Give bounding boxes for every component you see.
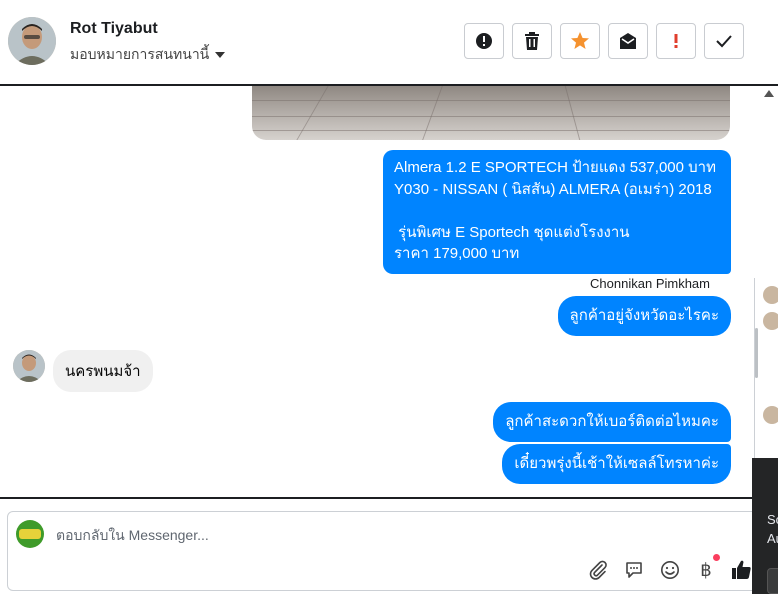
spam-button[interactable] xyxy=(464,23,504,59)
like-button[interactable] xyxy=(730,558,754,582)
conversation-avatar[interactable] xyxy=(763,286,778,304)
attach-icon xyxy=(589,560,607,580)
popup-button[interactable] xyxy=(767,568,778,594)
delete-button[interactable] xyxy=(512,23,552,59)
saved-reply-icon xyxy=(626,562,642,578)
attach-button[interactable] xyxy=(586,558,610,582)
star-button[interactable] xyxy=(560,23,600,59)
payment-button[interactable]: ฿ xyxy=(694,554,720,582)
check-icon xyxy=(716,35,732,48)
assign-label: มอบหมายการสนทนานี้ xyxy=(70,46,210,62)
emoji-button[interactable] xyxy=(658,558,682,582)
contact-avatar[interactable] xyxy=(8,17,56,65)
payment-icon: ฿ xyxy=(700,559,712,581)
message-sender-name: Chonnikan Pimkham xyxy=(590,276,710,291)
caret-down-icon xyxy=(215,52,226,58)
priority-exclamation-icon xyxy=(674,34,678,48)
emoji-icon xyxy=(661,561,679,579)
notification-dot xyxy=(713,554,720,561)
inbox-conversation: Rot Tiyabut มอบหมายการสนทนานี้ Almera 1.… xyxy=(0,0,778,594)
conversation-avatar[interactable] xyxy=(763,312,778,330)
popup-text-line: So xyxy=(767,512,778,527)
reply-composer: ฿ xyxy=(7,511,767,591)
saved-reply-button[interactable] xyxy=(622,558,646,582)
reply-input[interactable] xyxy=(56,524,656,546)
contact-name[interactable]: Rot Tiyabut xyxy=(70,20,158,38)
message-bubble-outgoing[interactable]: ลูกค้าสะดวกให้เบอร์ติดต่อไหมคะ xyxy=(493,402,731,442)
conversation-toolbar xyxy=(464,23,744,59)
shared-photo[interactable] xyxy=(252,86,730,140)
message-bubble-outgoing[interactable]: ลูกค้าอยู่จังหวัดอะไรคะ xyxy=(557,296,731,336)
mark-unread-button[interactable] xyxy=(608,23,648,59)
trash-icon xyxy=(525,32,539,50)
mark-unread-icon xyxy=(620,33,636,49)
message-bubble-outgoing[interactable]: เดี๋ยวพรุ่งนี้เช้าให้เซลล์โทรหาค่ะ xyxy=(502,444,731,484)
message-bubble-outgoing[interactable]: Almera 1.2 E SPORTECH ป้ายแดง 537,000 บา… xyxy=(383,150,731,274)
priority-button[interactable] xyxy=(656,23,696,59)
contact-avatar-small[interactable] xyxy=(13,350,45,382)
composer-actions: ฿ xyxy=(586,554,754,582)
page-avatar xyxy=(16,520,44,548)
conversation-header: Rot Tiyabut มอบหมายการสนทนานี้ xyxy=(0,0,778,86)
star-icon xyxy=(571,32,589,49)
assign-conversation-dropdown[interactable]: มอบหมายการสนทนานี้ xyxy=(70,44,226,66)
list-scrollbar-thumb[interactable] xyxy=(755,328,758,378)
conversation-avatar[interactable] xyxy=(763,406,778,424)
message-bubble-incoming[interactable]: นครพนมจ้า xyxy=(53,350,153,392)
scroll-up-arrow-icon[interactable] xyxy=(764,90,774,97)
message-thread[interactable]: Almera 1.2 E SPORTECH ป้ายแดง 537,000 บา… xyxy=(0,86,760,498)
mark-done-button[interactable] xyxy=(704,23,744,59)
composer-divider xyxy=(0,497,760,499)
like-icon xyxy=(732,560,751,579)
popup-text-line: Au xyxy=(767,531,778,546)
alert-circle-icon xyxy=(476,33,492,49)
